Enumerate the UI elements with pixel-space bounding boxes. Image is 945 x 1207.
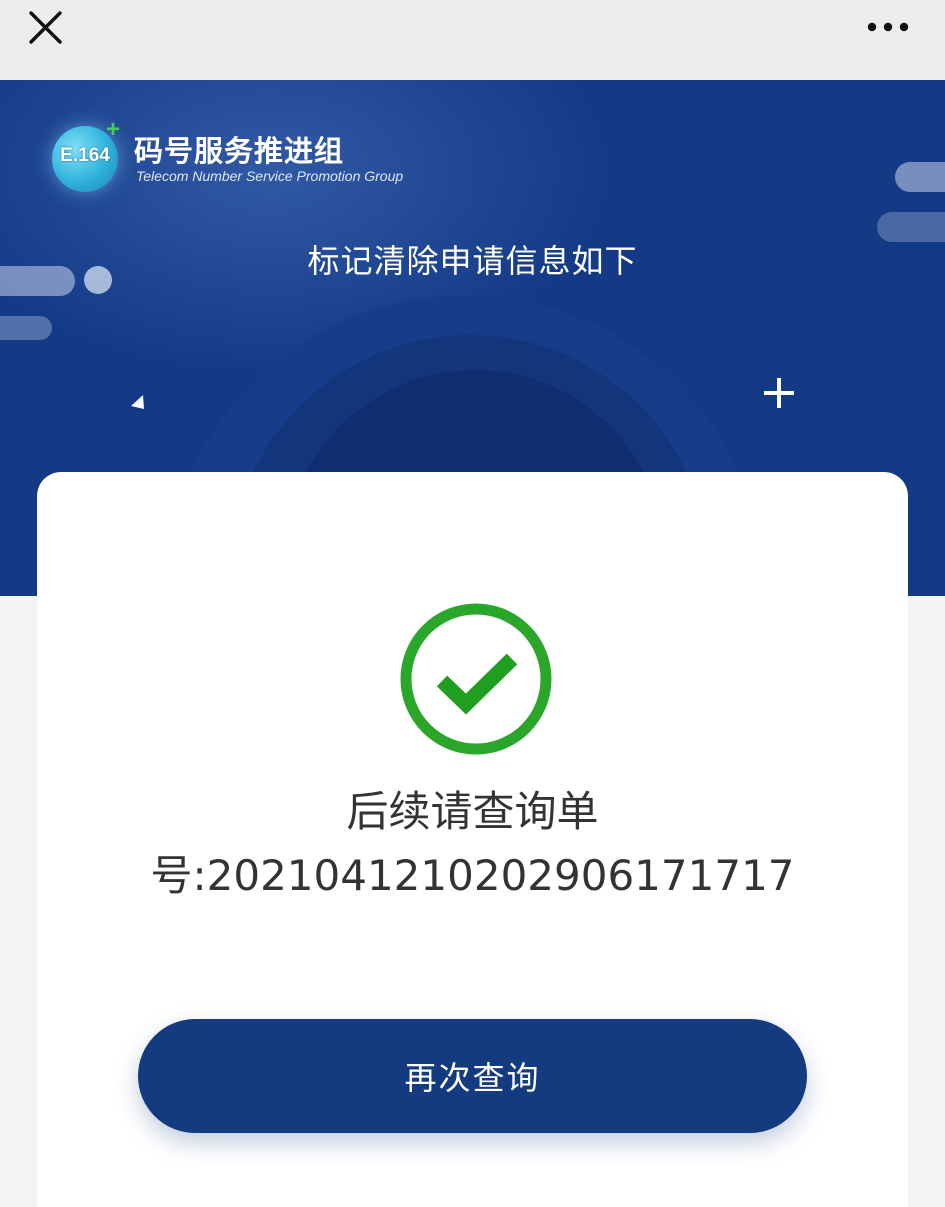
plus-decor-icon <box>764 378 794 408</box>
close-icon <box>29 11 62 44</box>
org-name-en: Telecom Number Service Promotion Group <box>136 168 404 184</box>
top-nav-bar <box>0 0 945 80</box>
query-number: 号:2021041210202906171717 <box>150 851 795 900</box>
page: E.164 + 码号服务推进组 Telecom Number Service P… <box>0 0 945 1207</box>
page-title: 标记清除申请信息如下 <box>307 242 638 280</box>
decorative-cloud <box>895 162 945 192</box>
org-name-cn: 码号服务推进组 <box>134 134 345 168</box>
triangle-decor-icon <box>131 395 144 409</box>
more-horizontal-icon <box>867 22 909 32</box>
requery-button[interactable]: 再次查询 <box>138 1019 807 1133</box>
result-message: 后续请查询单 号:2021041210202906171717 <box>37 780 908 908</box>
org-logo: E.164 + 码号服务推进组 Telecom Number Service P… <box>48 116 468 198</box>
result-message-line-1: 后续请查询单 <box>346 787 599 836</box>
success-check-icon <box>400 603 552 755</box>
more-options-button[interactable] <box>865 12 915 42</box>
logo-plus-mark: + <box>106 116 121 143</box>
close-button[interactable] <box>22 8 68 48</box>
decorative-cloud <box>0 316 52 340</box>
logo-badge-text: E.164 <box>60 145 110 166</box>
